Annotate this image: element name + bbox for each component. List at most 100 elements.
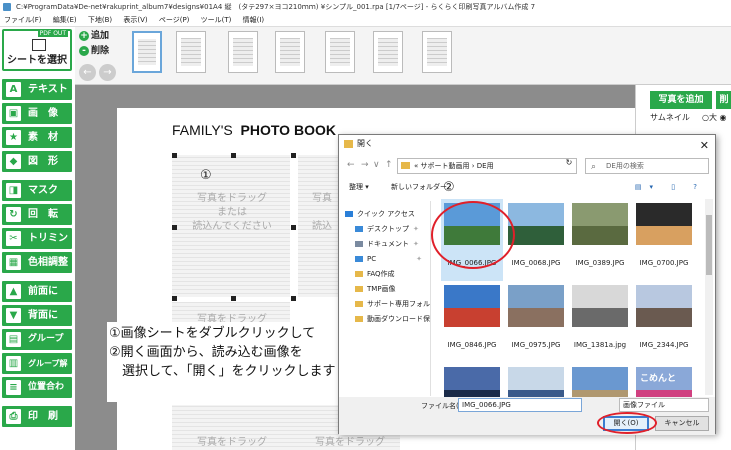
page-thumbnail[interactable] — [373, 31, 403, 73]
rotate-tool-button[interactable]: ↻ 回 転 — [2, 204, 72, 225]
window-title: C:¥ProgramData¥De-net¥rakuprint_album7¥d… — [16, 3, 536, 11]
menu-file[interactable]: ファイル(F) — [4, 16, 42, 24]
send-back-button[interactable]: ▼ 背面に — [2, 305, 72, 326]
folder-icon — [344, 140, 353, 148]
text-icon: A — [6, 82, 21, 97]
menu-view[interactable]: 表示(V) — [123, 16, 147, 24]
prev-page-icon[interactable]: ← — [79, 64, 96, 81]
nav-folder[interactable]: FAQ作成 — [355, 269, 395, 279]
shape-tool-button[interactable]: ◆ 図 形 — [2, 151, 72, 172]
page-title: FAMILY'S PHOTO BOOK — [172, 122, 336, 138]
file-item[interactable]: IMG_0700.JPG — [633, 199, 695, 281]
file-item[interactable]: IMG_0975.JPG — [505, 281, 567, 363]
view-options-icon[interactable]: ▤▾ ▯ ? — [635, 179, 705, 195]
address-path[interactable]: « サポート動画用 › DE用 — [397, 158, 577, 174]
sheet-select-icon — [32, 39, 46, 51]
nav-desktop[interactable]: デスクトップ ✦ — [355, 224, 419, 234]
cancel-button[interactable]: キャンセル — [655, 416, 709, 431]
organize-button[interactable]: 整理 ▾ — [349, 179, 369, 195]
close-icon[interactable]: ✕ — [700, 137, 709, 155]
nav-documents[interactable]: ドキュメント ✦ — [355, 239, 419, 249]
thumbnail-size-radio[interactable]: ○大 ◉ — [702, 112, 727, 123]
nav-folder[interactable]: サポート専用フォル — [355, 299, 430, 309]
file-item[interactable]: IMG_2344.JPG — [633, 281, 695, 363]
file-item[interactable] — [441, 363, 503, 397]
thumbnail-image — [508, 203, 564, 245]
menu-background[interactable]: 下地(B) — [88, 16, 112, 24]
page-thumbnail[interactable] — [132, 31, 162, 73]
selection-handle[interactable] — [231, 296, 236, 301]
delete-photo-button[interactable]: 削 — [716, 91, 731, 109]
menu-info[interactable]: 情報(I) — [243, 16, 265, 24]
file-item[interactable] — [569, 363, 631, 397]
dialog-address-bar: ← → ∨ ↑ « サポート動画用 › DE用 ↻ ⌕ DE用の検索 — [339, 155, 715, 177]
highlight-ring-open — [597, 412, 657, 434]
file-item[interactable]: IMG_0389.JPG — [569, 199, 631, 281]
selection-handle[interactable] — [291, 225, 296, 230]
selection-handle[interactable] — [172, 296, 177, 301]
nav-pc[interactable]: PC ✦ — [355, 254, 422, 264]
thumbnail-image — [444, 367, 500, 397]
nav-quick-access[interactable]: クイック アクセス — [345, 209, 415, 219]
hue-adjust-button[interactable]: ▦ 色相調整 — [2, 252, 72, 273]
next-page-icon[interactable]: → — [99, 64, 116, 81]
app-icon — [3, 3, 11, 11]
menu-edit[interactable]: 編集(E) — [53, 16, 77, 24]
recent-dropdown-icon[interactable]: ∨ — [373, 160, 380, 170]
delete-page-button[interactable]: - 削除 — [79, 45, 109, 57]
dialog-navigation-pane: クイック アクセス デスクトップ ✦ ドキュメント ✦ PC ✦ FAQ作成 TMP画… — [339, 201, 431, 396]
align-button[interactable]: ≡位置合わせ — [2, 377, 72, 413]
file-item[interactable]: IMG_0846.JPG — [441, 281, 503, 363]
file-grid-scrollbar[interactable] — [705, 199, 713, 395]
send-back-icon: ▼ — [6, 308, 21, 323]
select-sheet-label: シートを選択 — [7, 55, 67, 66]
ungroup-button[interactable]: ▥グループ解除 — [2, 353, 72, 389]
up-folder-icon[interactable]: ↑ — [385, 160, 393, 170]
filetype-select[interactable]: 画像ファイル — [619, 398, 709, 412]
thumbnail-image: こめんと — [636, 367, 692, 397]
text-tool-button[interactable]: A テキスト — [2, 79, 72, 100]
mask-tool-button[interactable]: ◨ マスク — [2, 180, 72, 201]
plus-icon: + — [79, 31, 89, 41]
thumbnail-image — [572, 367, 628, 397]
image-tool-button[interactable]: ▣ 画 像 — [2, 103, 72, 124]
page-thumbnail[interactable] — [275, 31, 305, 73]
selection-handle[interactable] — [231, 153, 236, 158]
search-icon: ⌕ — [591, 162, 597, 172]
bring-front-button[interactable]: ▲ 前面に — [2, 281, 72, 302]
page-thumbnail[interactable] — [176, 31, 206, 73]
refresh-icon[interactable]: ↻ — [561, 158, 577, 172]
page-thumbnail-bar: + 追加 - 削除 ← → — [75, 27, 731, 85]
menu-page[interactable]: ページ(P) — [159, 16, 190, 24]
thumbnail-image — [636, 285, 692, 327]
print-button[interactable]: ⎙ 印 刷 — [2, 406, 72, 427]
step-marker-1: ① — [200, 168, 212, 183]
selection-handle[interactable] — [172, 225, 177, 230]
filename-input[interactable]: IMG_0066.JPG — [458, 398, 582, 412]
file-item[interactable]: こめんと — [633, 363, 695, 397]
material-tool-button[interactable]: ★ 素 材 — [2, 127, 72, 148]
trimming-tool-button[interactable]: ✂トリミング — [2, 228, 72, 265]
search-input[interactable]: ⌕ DE用の検索 — [585, 158, 709, 174]
page-thumbnail[interactable] — [228, 31, 258, 73]
back-arrow-icon[interactable]: ← — [347, 160, 355, 170]
pc-icon — [355, 256, 363, 262]
group-button[interactable]: ▤グループ化 — [2, 329, 72, 365]
file-item[interactable]: IMG_1381a.jpg — [569, 281, 631, 363]
add-page-button[interactable]: + 追加 — [79, 30, 109, 42]
forward-arrow-icon[interactable]: → — [361, 160, 369, 170]
select-sheet-button[interactable]: PDF OUT シートを選択 — [2, 29, 72, 71]
nav-folder[interactable]: TMP画像 — [355, 284, 396, 294]
selection-handle[interactable] — [291, 296, 296, 301]
new-folder-button[interactable]: 新しいフォルダー — [391, 179, 447, 195]
nav-folder[interactable]: 動画ダウンロード保 — [355, 314, 430, 324]
page-thumbnail[interactable] — [325, 31, 355, 73]
file-item[interactable] — [505, 363, 567, 397]
selection-handle[interactable] — [291, 153, 296, 158]
page-thumbnail[interactable] — [422, 31, 452, 73]
selection-handle[interactable] — [172, 153, 177, 158]
add-photo-button[interactable]: 写真を追加 — [650, 91, 712, 109]
folder-icon — [355, 301, 363, 307]
image-placeholder-text: 写真をドラッグ または 読込んでください — [192, 193, 272, 232]
menu-tools[interactable]: ツール(T) — [201, 16, 232, 24]
